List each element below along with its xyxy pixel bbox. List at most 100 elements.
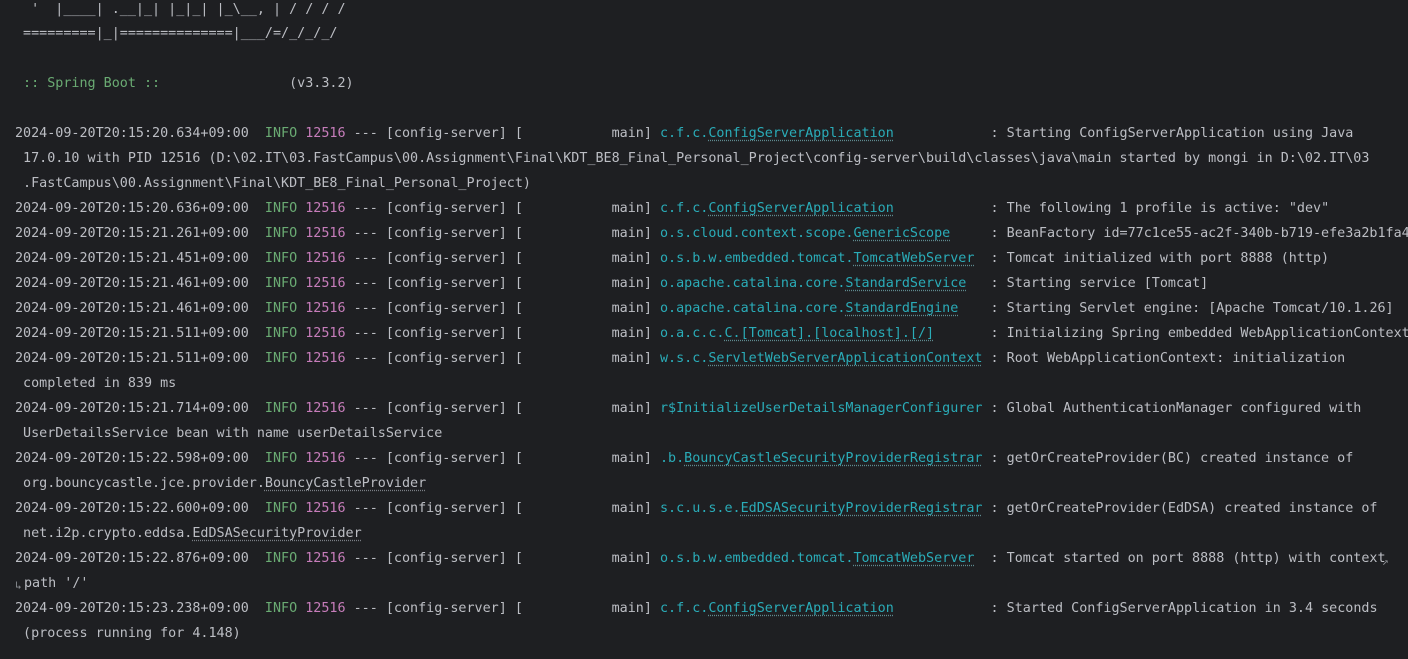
log-logger-class-link[interactable]: GenericScope: [853, 226, 950, 241]
log-logger-class-link[interactable]: ConfigServerApplication: [708, 601, 893, 616]
log-message: : Initializing Spring embedded WebApplic…: [990, 326, 1408, 341]
log-line: 2024-09-20T20:15:21.451+09:00 INFO 12516…: [15, 246, 1329, 271]
log-thread: --- [config-server] [ main]: [345, 251, 660, 266]
log-logger-package: o.s.b.w.embedded.tomcat.: [659, 251, 854, 266]
log-pid: 12516: [305, 501, 346, 516]
log-logger-class-link[interactable]: StandardService: [845, 276, 966, 291]
log-continuation-class-link[interactable]: BouncyCastleProvider: [265, 476, 426, 491]
log-line-continuation: org.bouncycastle.jce.provider.BouncyCast…: [15, 471, 426, 496]
log-thread: --- [config-server] [ main]: [345, 401, 660, 416]
console-output[interactable]: ' |____| .__|_| |_|_| |_\__, | / / / / =…: [0, 0, 1408, 659]
log-padding: [894, 201, 991, 216]
log-thread: --- [config-server] [ main]: [345, 601, 660, 616]
log-continuation-text: (process running for 4.148): [15, 626, 241, 641]
log-logger-class-link[interactable]: BouncyCastleSecurityProviderRegistrar: [684, 451, 982, 466]
log-message: : getOrCreateProvider(EdDSA) created ins…: [990, 501, 1378, 516]
log-continuation-text: path '/': [24, 576, 89, 591]
spring-boot-label: :: Spring Boot ::: [15, 76, 169, 91]
log-thread: --- [config-server] [ main]: [345, 451, 660, 466]
spring-boot-version: (v3.3.2): [168, 76, 354, 91]
log-line-continuation: 17.0.10 with PID 12516 (D:\02.IT\03.Fast…: [15, 146, 1369, 171]
log-padding: [934, 326, 990, 341]
log-level: INFO: [264, 301, 298, 316]
log-logger-class-link[interactable]: EdDSASecurityProviderRegistrar: [741, 501, 983, 516]
log-pid: 12516: [305, 601, 346, 616]
log-logger-class-link[interactable]: StandardEngine: [845, 301, 958, 316]
log-logger-package: c.f.c.: [659, 201, 709, 216]
log-timestamp: 2024-09-20T20:15:20.634+09:00: [15, 126, 249, 141]
log-message: : BeanFactory id=77c1ce55-ac2f-340b-b719…: [990, 226, 1408, 241]
log-logger-package: c.f.c.: [659, 126, 709, 141]
log-message: : Starting Servlet engine: [Apache Tomca…: [990, 301, 1394, 316]
log-message: : Tomcat initialized with port 8888 (htt…: [990, 251, 1330, 266]
log-message: : Started ConfigServerApplication in 3.4…: [990, 601, 1378, 616]
log-timestamp: 2024-09-20T20:15:20.636+09:00: [15, 201, 249, 216]
log-message: : Root WebApplicationContext: initializa…: [990, 351, 1346, 366]
log-line: 2024-09-20T20:15:21.714+09:00 INFO 12516…: [15, 396, 1361, 421]
log-level: INFO: [264, 251, 298, 266]
log-timestamp: 2024-09-20T20:15:21.461+09:00: [15, 301, 249, 316]
log-level: INFO: [264, 351, 298, 366]
log-line-continuation: .FastCampus\00.Assignment\Final\KDT_BE8_…: [15, 171, 531, 196]
log-padding: [974, 251, 990, 266]
log-logger-class-link[interactable]: C.[Tomcat].[localhost].[/]: [724, 326, 934, 341]
log-logger-package: w.s.c.: [659, 351, 709, 366]
log-thread: --- [config-server] [ main]: [345, 326, 660, 341]
log-thread: --- [config-server] [ main]: [345, 501, 660, 516]
log-timestamp: 2024-09-20T20:15:22.598+09:00: [15, 451, 249, 466]
log-line-continuation: net.i2p.crypto.eddsa.EdDSASecurityProvid…: [15, 521, 362, 546]
log-padding: [974, 551, 990, 566]
log-logger-class-link[interactable]: TomcatWebServer: [853, 251, 974, 266]
log-logger-package: o.apache.catalina.core.: [659, 301, 846, 316]
log-line: 2024-09-20T20:15:21.461+09:00 INFO 12516…: [15, 296, 1394, 321]
log-logger-package: o.a.c.c.: [659, 326, 725, 341]
log-timestamp: 2024-09-20T20:15:21.261+09:00: [15, 226, 249, 241]
log-message: : Starting service [Tomcat]: [990, 276, 1209, 291]
log-padding: [894, 126, 991, 141]
log-logger-class-link[interactable]: TomcatWebServer: [853, 551, 974, 566]
log-line: 2024-09-20T20:15:22.876+09:00 INFO 12516…: [15, 546, 1386, 571]
log-line-continuation: ↳ path '/': [15, 571, 89, 596]
log-pid: 12516: [305, 276, 346, 291]
log-logger-package: c.f.c.: [659, 601, 709, 616]
log-continuation-text: 17.0.10 with PID 12516 (D:\02.IT\03.Fast…: [15, 151, 1370, 166]
log-timestamp: 2024-09-20T20:15:21.461+09:00: [15, 276, 249, 291]
log-timestamp: 2024-09-20T20:15:22.876+09:00: [15, 551, 249, 566]
log-pid: 12516: [305, 351, 346, 366]
log-padding: [982, 401, 990, 416]
log-logger-class-link[interactable]: ConfigServerApplication: [708, 126, 893, 141]
log-thread: --- [config-server] [ main]: [345, 351, 660, 366]
log-timestamp: 2024-09-20T20:15:21.714+09:00: [15, 401, 249, 416]
log-line-continuation: (process running for 4.148): [15, 621, 241, 646]
log-pid: 12516: [305, 326, 346, 341]
log-logger-class-link[interactable]: ConfigServerApplication: [708, 201, 893, 216]
log-pid: 12516: [305, 451, 346, 466]
log-pid: 12516: [305, 226, 346, 241]
log-pid: 12516: [305, 201, 346, 216]
log-logger-class-link[interactable]: ServletWebServerApplicationContext: [708, 351, 982, 366]
log-continuation-class-link[interactable]: EdDSASecurityProvider: [192, 526, 361, 541]
log-message: : Global AuthenticationManager configure…: [990, 401, 1362, 416]
log-level: INFO: [264, 501, 298, 516]
log-line: 2024-09-20T20:15:21.511+09:00 INFO 12516…: [15, 321, 1408, 346]
soft-wrap-icon: ↳: [15, 579, 22, 592]
log-thread: --- [config-server] [ main]: [345, 226, 660, 241]
log-thread: --- [config-server] [ main]: [345, 126, 660, 141]
log-level: INFO: [264, 401, 298, 416]
log-logger-package: o.s.b.w.embedded.tomcat.: [659, 551, 854, 566]
log-message: : The following 1 profile is active: "de…: [990, 201, 1330, 216]
log-level: INFO: [264, 326, 298, 341]
log-level: INFO: [264, 276, 298, 291]
log-pid: 12516: [305, 251, 346, 266]
log-line: 2024-09-20T20:15:20.636+09:00 INFO 12516…: [15, 196, 1329, 221]
log-message: : Tomcat started on port 8888 (http) wit…: [990, 551, 1386, 566]
log-line-continuation: UserDetailsService bean with name userDe…: [15, 421, 442, 446]
log-padding: [894, 601, 991, 616]
log-timestamp: 2024-09-20T20:15:21.511+09:00: [15, 326, 249, 341]
log-logger-package: o.s.cloud.context.scope.: [659, 226, 854, 241]
log-level: INFO: [264, 201, 298, 216]
log-line: 2024-09-20T20:15:22.598+09:00 INFO 12516…: [15, 446, 1353, 471]
log-timestamp: 2024-09-20T20:15:21.451+09:00: [15, 251, 249, 266]
log-thread: --- [config-server] [ main]: [345, 201, 660, 216]
log-pid: 12516: [305, 126, 346, 141]
